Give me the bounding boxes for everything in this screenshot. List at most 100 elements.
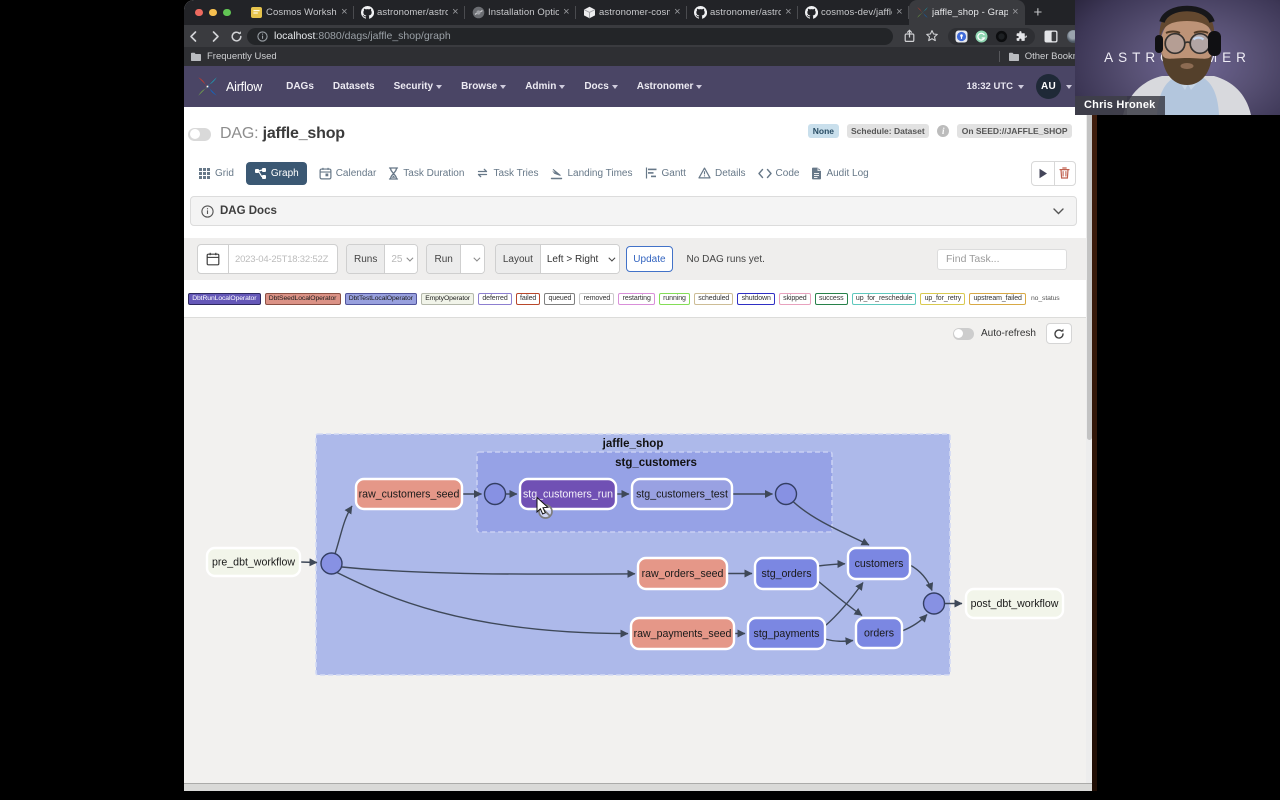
share-icon[interactable] xyxy=(903,29,916,43)
base-date-group: 2023-04-25T18:32:52Z xyxy=(197,244,338,274)
dag-pause-toggle[interactable] xyxy=(188,127,211,141)
legend-status-scheduled: scheduled xyxy=(694,292,734,305)
nav-item-browse[interactable]: Browse xyxy=(461,81,507,92)
browser-tab[interactable]: Cosmos Workshop× xyxy=(243,0,354,25)
forward-icon[interactable] xyxy=(209,30,222,43)
legend-status-skipped: skipped xyxy=(778,292,811,305)
task-node-stg_payments[interactable]: stg_payments xyxy=(746,616,827,651)
tab-close-icon[interactable]: × xyxy=(673,7,681,18)
task-node-raw_customers_seed[interactable]: raw_customers_seed xyxy=(354,477,464,511)
close-window-button[interactable] xyxy=(195,8,203,17)
base-date-input[interactable]: 2023-04-25T18:32:52Z xyxy=(229,245,337,273)
join-node-3[interactable] xyxy=(922,592,946,615)
layout-label: Layout xyxy=(495,245,541,273)
runs-select[interactable]: 25 xyxy=(385,245,418,273)
task-node-raw_orders_seed[interactable]: raw_orders_seed xyxy=(636,556,729,591)
new-tab-button[interactable]: + xyxy=(1034,4,1043,21)
user-avatar[interactable]: AU xyxy=(1036,74,1061,99)
tab-graph[interactable]: Graph xyxy=(245,161,307,185)
tab-close-icon[interactable]: × xyxy=(562,7,570,18)
browser-tab[interactable]: astronomer-cosmo× xyxy=(576,0,687,25)
calendar-button[interactable] xyxy=(198,245,229,273)
task-node-pre_dbt_workflow[interactable]: pre_dbt_workflow xyxy=(205,546,302,578)
cluster-label-stg_customers: stg_customers xyxy=(615,457,697,469)
back-icon[interactable] xyxy=(187,30,200,43)
tab-close-icon[interactable]: × xyxy=(784,7,792,18)
zoom-window-button[interactable] xyxy=(223,8,231,17)
task-node-customers[interactable]: customers xyxy=(846,546,912,581)
task-node-raw_payments_seed[interactable]: raw_payments_seed xyxy=(629,616,736,651)
tab-close-icon[interactable]: × xyxy=(895,7,903,18)
sidebar-icon[interactable] xyxy=(1044,30,1058,43)
tab-code[interactable]: Code xyxy=(757,168,799,179)
browser-tab[interactable]: cosmos-dev/jaffle_× xyxy=(798,0,909,25)
tab-details[interactable]: Details xyxy=(698,167,746,179)
schedule-info-icon[interactable]: i xyxy=(937,125,950,137)
nav-item-astronomer[interactable]: Astronomer xyxy=(637,81,703,92)
task-label: raw_payments_seed xyxy=(634,628,732,640)
browser-tab[interactable]: Installation Options× xyxy=(465,0,576,25)
tab-calendar[interactable]: Calendar xyxy=(319,167,376,180)
browser-tab[interactable]: astronomer/astron× xyxy=(687,0,798,25)
browser-tab[interactable]: jaffle_shop - Grap × xyxy=(908,0,1025,25)
dag-docs-accordion[interactable]: DAG Docs xyxy=(190,196,1077,226)
task-node-orders[interactable]: orders xyxy=(854,616,904,650)
bookmark-star-icon[interactable] xyxy=(925,29,939,43)
join-node-0[interactable] xyxy=(320,552,343,575)
reload-icon[interactable] xyxy=(230,30,243,43)
clock-label[interactable]: 18:32 UTC xyxy=(967,81,1013,92)
dag-view-tabs: Grid Graph Calendar Task Duration Task Tries… xyxy=(184,151,1086,189)
task-node-stg_customers_run[interactable]: stg_customers_run xyxy=(518,477,618,511)
tab-close-icon[interactable]: × xyxy=(1011,7,1019,18)
nav-item-dags[interactable]: DAGs xyxy=(286,81,314,92)
dag-graph: raw_customers_seed stg_customers_run stg_c… xyxy=(205,433,1065,676)
task-node-post_dbt_workflow[interactable]: post_dbt_workflow xyxy=(964,587,1065,620)
tab-landing-times[interactable]: Landing Times xyxy=(550,167,633,180)
dataset-badge[interactable]: On SEED://JAFFLE_SHOP xyxy=(957,124,1072,138)
presenter-headphone-cup xyxy=(1208,31,1221,56)
landing-icon xyxy=(550,167,563,180)
tab-close-icon[interactable]: × xyxy=(340,7,348,18)
site-info-icon[interactable] xyxy=(257,30,268,42)
tab-task-duration[interactable]: Task Duration xyxy=(388,166,464,180)
layout-select[interactable]: Left > Right xyxy=(540,245,620,273)
nav-item-security[interactable]: Security xyxy=(394,81,443,92)
task-node-stg_orders[interactable]: stg_orders xyxy=(753,556,820,591)
notes-icon xyxy=(250,6,263,19)
legend-status-shutdown: shutdown xyxy=(737,292,775,305)
run-select[interactable] xyxy=(460,245,484,273)
find-task-input[interactable]: Find Task... xyxy=(937,248,1067,270)
minimize-window-button[interactable] xyxy=(209,8,217,17)
nav-item-docs[interactable]: Docs xyxy=(584,81,618,92)
bookmark-folder-frequently-used[interactable]: Frequently Used xyxy=(190,51,277,62)
tab-grid[interactable]: Grid xyxy=(198,167,234,180)
dark-extension-icon[interactable] xyxy=(995,30,1008,43)
tab-task-tries[interactable]: Task Tries xyxy=(476,167,538,179)
details-icon xyxy=(698,167,711,179)
nav-item-datasets[interactable]: Datasets xyxy=(333,81,375,92)
tab-close-icon[interactable]: × xyxy=(451,7,459,18)
task-node-stg_customers_test[interactable]: stg_customers_test xyxy=(630,477,734,511)
tab-audit-log[interactable]: Audit Log xyxy=(811,167,869,180)
airflow-navbar: Airflow DAGs Datasets Security Browse Admin D… xyxy=(184,66,1086,107)
schedule-badge[interactable]: Schedule: Dataset xyxy=(846,124,930,138)
delete-dag-button[interactable] xyxy=(1053,161,1076,185)
extensions-puzzle-icon[interactable] xyxy=(1015,30,1028,43)
browser-tab[interactable]: astronomer/astron× xyxy=(354,0,465,25)
chevron-down-icon xyxy=(500,84,507,89)
join-node-2[interactable] xyxy=(774,482,798,506)
nav-item-admin[interactable]: Admin xyxy=(525,81,566,92)
update-button[interactable]: Update xyxy=(626,246,673,272)
password-extension-icon[interactable] xyxy=(955,30,968,43)
tab-title: Installation Options xyxy=(488,7,559,18)
calendar-icon xyxy=(319,167,332,180)
trigger-dag-button[interactable] xyxy=(1032,162,1054,185)
select-caret-icon xyxy=(406,254,414,262)
join-node-1[interactable] xyxy=(483,482,507,506)
tab-gantt[interactable]: Gantt xyxy=(645,167,686,179)
scrollbar-thumb[interactable] xyxy=(1086,68,1092,440)
grammarly-extension-icon[interactable] xyxy=(975,30,988,43)
retries-icon xyxy=(476,167,489,179)
address-bar[interactable]: localhost:8080/dags/jaffle_shop/graph xyxy=(247,27,893,45)
airflow-brand[interactable]: Airflow xyxy=(196,75,262,98)
